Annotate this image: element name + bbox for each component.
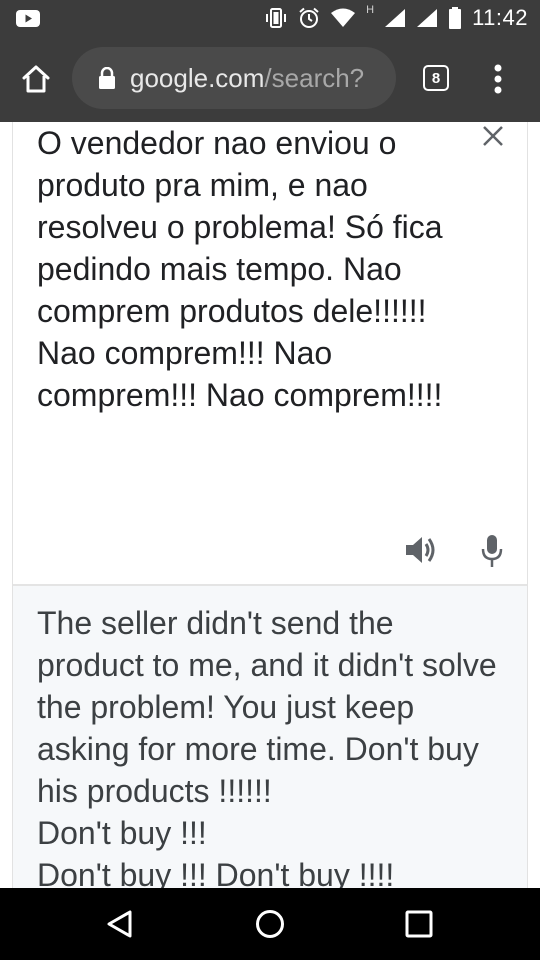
- speaker-icon[interactable]: [404, 534, 438, 566]
- home-icon[interactable]: [20, 63, 52, 95]
- browser-toolbar: google.com/search? 8: [0, 36, 540, 122]
- source-text[interactable]: O vendedor nao enviou o produto pra mim,…: [37, 122, 457, 416]
- url-domain: google.com: [130, 62, 265, 93]
- mic-icon[interactable]: [480, 534, 504, 568]
- tab-count: 8: [431, 69, 441, 87]
- tab-switcher-button[interactable]: 8: [423, 65, 449, 91]
- translation-panel: The seller didn't send the product to me…: [13, 586, 527, 888]
- status-clock: 11:42: [472, 5, 528, 30]
- signal-icon: [417, 9, 438, 27]
- status-bar: H 11:42: [0, 0, 540, 36]
- url-text: google.com/search?: [130, 63, 364, 94]
- url-bar[interactable]: google.com/search?: [72, 47, 396, 109]
- network-type-label: H: [366, 4, 375, 16]
- battery-icon: [449, 7, 462, 29]
- recents-icon[interactable]: [404, 909, 434, 939]
- vibrate-icon: [266, 8, 287, 28]
- close-icon[interactable]: [481, 124, 505, 148]
- youtube-icon: [16, 10, 40, 27]
- translated-text[interactable]: The seller didn't send the product to me…: [37, 602, 497, 888]
- wifi-icon: [331, 8, 356, 27]
- url-path: /search?: [264, 62, 365, 93]
- status-icons: H 11:42: [264, 4, 528, 30]
- more-vert-icon[interactable]: [488, 64, 508, 94]
- back-icon[interactable]: [104, 908, 136, 940]
- signal-icon: [385, 9, 406, 27]
- lock-icon: [99, 67, 115, 89]
- translate-card: O vendedor nao enviou o produto pra mim,…: [12, 122, 528, 888]
- system-nav-bar: [0, 888, 540, 960]
- page-content: O vendedor nao enviou o produto pra mim,…: [0, 122, 540, 888]
- home-circle-icon[interactable]: [254, 908, 286, 940]
- alarm-icon: [299, 7, 319, 28]
